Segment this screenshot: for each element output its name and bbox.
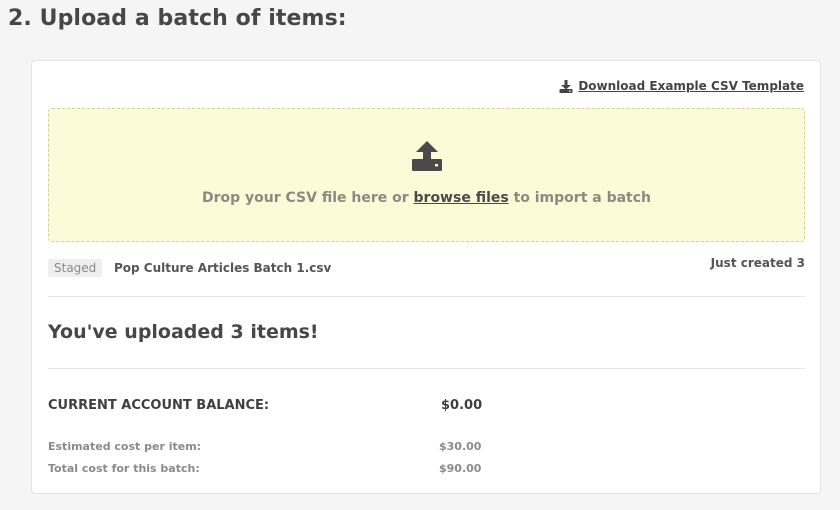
dropzone-text: Drop your CSV file here or browse files … <box>49 190 804 206</box>
balance-label: CURRENT ACCOUNT BALANCE: <box>48 398 270 413</box>
staged-file-row: Staged Pop Culture Articles Batch 1.csv … <box>48 256 805 279</box>
staged-file-name: Pop Culture Articles Batch 1.csv <box>114 261 332 275</box>
dropzone-text-after: to import a batch <box>508 190 652 206</box>
browse-files-link[interactable]: browse files <box>414 190 509 206</box>
dropzone-text-before: Drop your CSV file here or <box>201 190 414 206</box>
staged-badge: Staged <box>48 259 103 277</box>
balance-value: $0.00 <box>441 398 483 413</box>
divider <box>48 296 805 297</box>
divider <box>48 368 805 369</box>
uploaded-heading: You've uploaded 3 items! <box>48 321 319 343</box>
total-cost-value: $90.00 <box>439 462 482 475</box>
download-csv-template-link[interactable]: Download Example CSV Template <box>559 79 804 93</box>
upload-icon <box>411 141 443 175</box>
created-status: Just created 3 <box>710 256 805 270</box>
cost-per-item-label: Estimated cost per item: <box>48 440 202 453</box>
upload-card: Download Example CSV Template Drop your … <box>31 60 821 494</box>
csv-dropzone[interactable]: Drop your CSV file here or browse files … <box>48 108 805 242</box>
total-cost-label: Total cost for this batch: <box>48 462 200 475</box>
download-link-label: Download Example CSV Template <box>578 79 804 93</box>
download-icon <box>559 79 573 93</box>
cost-per-item-value: $30.00 <box>439 440 482 453</box>
section-title: 2. Upload a batch of items: <box>8 6 347 31</box>
